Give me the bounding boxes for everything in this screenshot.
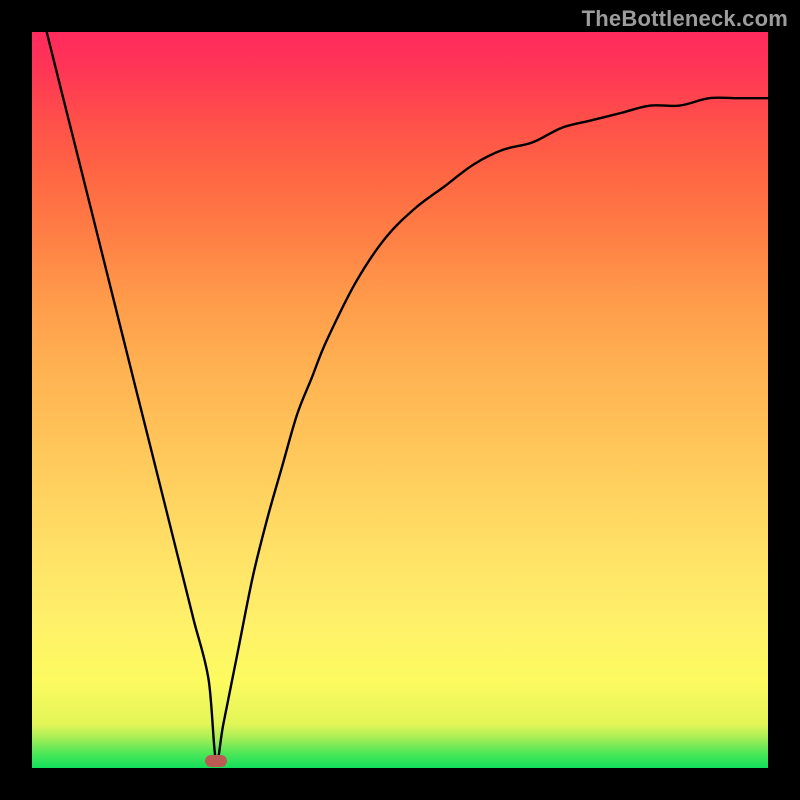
plot-area: [32, 32, 768, 768]
minimum-marker: [205, 755, 227, 767]
chart-frame: TheBottleneck.com: [0, 0, 800, 800]
watermark-text: TheBottleneck.com: [582, 6, 788, 32]
bottleneck-curve: [47, 32, 768, 762]
curve-svg: [32, 32, 768, 768]
